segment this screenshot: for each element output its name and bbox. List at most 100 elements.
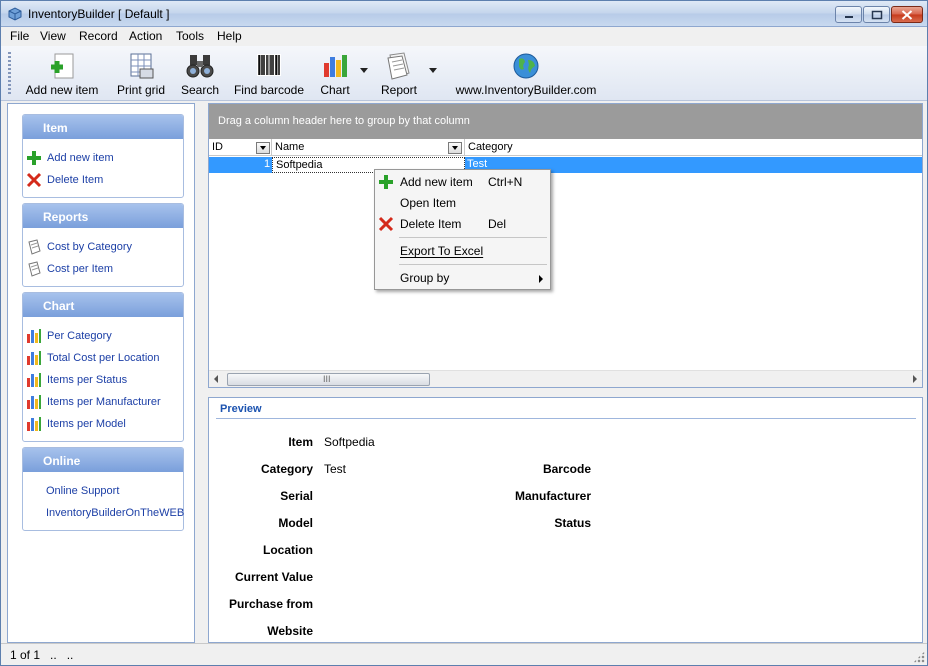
report-icon (28, 261, 41, 277)
group-by-panel[interactable]: Drag a column header here to group by th… (209, 104, 922, 139)
ctx-delete-item[interactable]: Delete Item Del (375, 214, 550, 234)
chart-icon (27, 373, 41, 387)
menu-file[interactable]: File (10, 29, 29, 43)
preview-title: Preview (220, 403, 262, 415)
column-header-id[interactable]: ID (209, 139, 272, 156)
field-label-item: Item (288, 435, 313, 449)
scroll-left-icon[interactable] (214, 375, 218, 383)
field-value-category: Test (324, 462, 347, 476)
submenu-arrow-icon (539, 275, 543, 283)
toolbar-grip[interactable] (8, 52, 11, 96)
close-icon (901, 9, 913, 20)
chart-icon (27, 351, 41, 365)
field-label-barcode: Barcode (542, 462, 591, 476)
menu-tools[interactable]: Tools (176, 29, 204, 43)
report-button[interactable]: Report (375, 50, 423, 98)
horizontal-scrollbar[interactable]: III (209, 370, 922, 387)
find-barcode-button[interactable]: Find barcode (232, 50, 306, 98)
chart-icon (27, 417, 41, 431)
task-sidebar: Item Add new item Delete Item Reports Co… (7, 103, 195, 643)
ctx-open-item[interactable]: Open Item (375, 193, 550, 213)
chart-icon (324, 55, 347, 77)
field-value-item: Softpedia (324, 435, 375, 449)
sidebar-delete-item[interactable]: Delete Item (26, 171, 103, 189)
item-panel: Item Add new item Delete Item (22, 114, 184, 198)
resize-grip[interactable] (913, 651, 925, 663)
sidebar-per-category[interactable]: Per Category (26, 327, 112, 345)
field-label-current-value: Current Value (234, 570, 313, 584)
field-label-status: Status (554, 516, 591, 530)
column-header-category[interactable]: Category (465, 139, 922, 156)
field-label-model: Model (278, 516, 313, 530)
report-icon (387, 52, 410, 80)
reports-panel: Reports Cost by Category Cost per Item (22, 203, 184, 287)
sidebar-online-support[interactable]: Online Support (46, 482, 119, 500)
chart-button[interactable]: Chart (315, 50, 355, 98)
plus-icon (379, 175, 393, 189)
column-header-name[interactable]: Name (272, 139, 465, 156)
ctx-export-to-excel[interactable]: Export To Excel (375, 241, 550, 261)
sidebar-items-per-manufacturer[interactable]: Items per Manufacturer (26, 393, 161, 411)
item-panel-header[interactable]: Item (23, 115, 183, 139)
search-button[interactable]: Search (178, 50, 222, 98)
chart-dropdown-icon[interactable] (360, 68, 368, 74)
add-new-item-button[interactable]: Add new item (18, 50, 106, 98)
sidebar-total-cost-per-location[interactable]: Total Cost per Location (26, 349, 160, 367)
filter-dropdown-icon[interactable] (256, 142, 270, 154)
chart-icon (27, 329, 41, 343)
cell-id[interactable]: 1 (264, 158, 270, 170)
minimize-button[interactable] (835, 6, 862, 23)
chart-panel-header[interactable]: Chart (23, 293, 183, 317)
minimize-icon (844, 15, 853, 18)
close-button[interactable] (891, 6, 923, 23)
menu-action[interactable]: Action (129, 29, 162, 43)
column-header-row: ID Name Category (209, 139, 922, 156)
sidebar-inventorybuilder-on-the-web[interactable]: InventoryBuilderOnTheWEB (46, 504, 184, 522)
data-grid: Drag a column header here to group by th… (208, 103, 923, 388)
plus-icon (27, 151, 41, 165)
window-title: InventoryBuilder [ Default ] (28, 7, 170, 21)
sidebar-cost-by-category[interactable]: Cost by Category (26, 238, 132, 256)
ctx-group-by[interactable]: Group by (375, 268, 550, 288)
field-label-serial: Serial (280, 489, 313, 503)
sidebar-items-per-status[interactable]: Items per Status (26, 371, 127, 389)
menu-help[interactable]: Help (217, 29, 242, 43)
app-icon (8, 7, 22, 21)
barcode-icon (257, 54, 281, 76)
title-bar[interactable]: InventoryBuilder [ Default ] (1, 1, 927, 27)
binoculars-icon (186, 55, 214, 78)
print-grid-button[interactable]: Print grid (113, 50, 169, 98)
sidebar-items-per-model[interactable]: Items per Model (26, 415, 126, 433)
scrollbar-thumb[interactable]: III (227, 373, 430, 386)
ctx-add-new-item[interactable]: Add new item Ctrl+N (375, 172, 550, 192)
table-row[interactable]: 1 Softpedia Test (209, 157, 922, 173)
menu-bar: File View Record Action Tools Help (1, 27, 927, 46)
add-item-icon (51, 53, 74, 79)
sidebar-add-new-item[interactable]: Add new item (26, 149, 114, 167)
field-label-manufacturer: Manufacturer (514, 489, 591, 503)
report-dropdown-icon[interactable] (429, 68, 437, 74)
globe-icon (513, 53, 539, 79)
menu-record[interactable]: Record (79, 29, 118, 43)
sidebar-cost-per-item[interactable]: Cost per Item (26, 260, 113, 278)
print-grid-icon (130, 53, 154, 79)
online-panel-header[interactable]: Online (23, 448, 183, 472)
reports-panel-header[interactable]: Reports (23, 204, 183, 228)
field-label-website: Website (267, 624, 313, 638)
scroll-right-icon[interactable] (913, 375, 917, 383)
maximize-icon (871, 10, 882, 19)
filter-dropdown-icon[interactable] (448, 142, 462, 154)
ctx-separator (399, 264, 547, 265)
report-icon (28, 239, 41, 255)
website-button[interactable]: www.InventoryBuilder.com (448, 50, 604, 98)
app-window: InventoryBuilder [ Default ] File View R… (0, 0, 928, 666)
chart-icon (27, 395, 41, 409)
field-label-purchase-from: Purchase from (228, 597, 313, 611)
chart-panel: Chart Per Category Total Cost per Locati… (22, 292, 184, 442)
delete-icon (26, 172, 42, 188)
online-panel: Online Online Support InventoryBuilderOn… (22, 447, 184, 531)
preview-panel: Preview Item Softpedia Category Test Ser… (208, 397, 923, 643)
maximize-button[interactable] (863, 6, 890, 23)
menu-view[interactable]: View (40, 29, 66, 43)
delete-icon (378, 216, 394, 232)
